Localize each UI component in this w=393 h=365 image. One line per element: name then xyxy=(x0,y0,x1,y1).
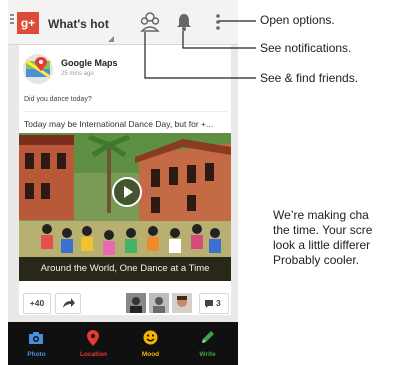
callout-see-find-friends: See & find friends. xyxy=(260,71,359,85)
callout-see-notifications: See notifications. xyxy=(260,41,352,55)
description-line: Probably cooler. xyxy=(273,253,360,267)
description-line: look a little differer xyxy=(273,238,371,252)
callout-open-options: Open options. xyxy=(260,13,335,27)
description-line: the time. Your scre xyxy=(273,223,373,237)
description-line: We’re making cha xyxy=(273,208,369,222)
